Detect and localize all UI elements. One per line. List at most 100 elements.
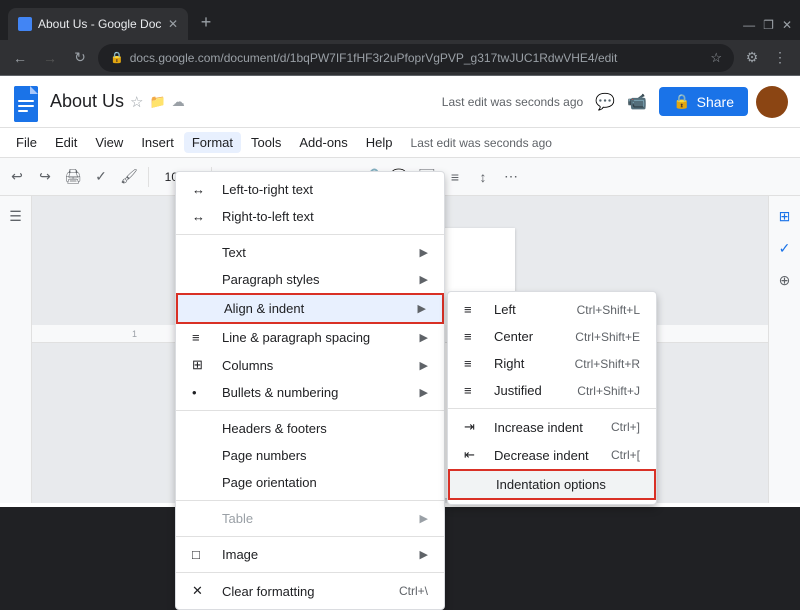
user-avatar[interactable]: [756, 86, 788, 118]
format-bullets-item[interactable]: • Bullets & numbering ▶: [176, 379, 444, 406]
ltr-label: Left-to-right text: [222, 182, 313, 197]
browser-toolbar-icons: ⚙ ⋮: [740, 46, 792, 70]
indentation-options-item[interactable]: Indentation options: [448, 469, 656, 500]
align-button[interactable]: ≡: [442, 164, 468, 190]
address-bar: ← → ↻ 🔒 docs.google.com/document/d/1bqPW…: [0, 40, 800, 76]
columns-label: Columns: [222, 358, 273, 373]
para-styles-arrow: ▶: [420, 273, 428, 286]
undo-button[interactable]: ↩: [4, 164, 30, 190]
extensions-icon[interactable]: ⚙: [740, 46, 764, 70]
forward-button[interactable]: →: [38, 46, 62, 70]
menu-item-edit[interactable]: Edit: [47, 132, 85, 153]
docs-title-row: About Us ☆ 📁 ☁: [50, 91, 434, 112]
align-center-label: Center: [494, 329, 533, 344]
line-spacing-label: Line & paragraph spacing: [222, 330, 370, 345]
profile-icon[interactable]: ⋮: [768, 46, 792, 70]
tab-close-icon[interactable]: ✕: [168, 17, 178, 31]
format-text-item[interactable]: Text ▶: [176, 239, 444, 266]
page-numbers-label: Page numbers: [222, 448, 307, 463]
paint-format-button[interactable]: 🖌: [116, 164, 142, 190]
lock-icon: 🔒: [110, 51, 124, 64]
rtl-label: Right-to-left text: [222, 209, 314, 224]
url-bar[interactable]: 🔒 docs.google.com/document/d/1bqPW7IF1fH…: [98, 44, 734, 72]
format-columns-item[interactable]: ⊞ Columns ▶: [176, 351, 444, 379]
align-right-icon: ≡: [464, 356, 486, 371]
back-button[interactable]: ←: [8, 46, 32, 70]
browser-tab[interactable]: About Us - Google Doc ✕: [8, 8, 188, 40]
menu-item-addons[interactable]: Add-ons: [291, 132, 355, 153]
close-icon[interactable]: ✕: [782, 18, 792, 32]
url-text: docs.google.com/document/d/1bqPW7IF1fHF3…: [130, 51, 705, 65]
share-button[interactable]: 🔒 Share: [659, 87, 748, 116]
align-right-item[interactable]: ≡ Right Ctrl+Shift+R: [448, 350, 656, 377]
format-align-indent-item[interactable]: Align & indent ▶: [176, 293, 444, 324]
comments-icon[interactable]: 💬: [591, 88, 619, 116]
format-dropdown: ↔ Left-to-right text ↔ Right-to-left tex…: [175, 171, 445, 610]
align-left-item[interactable]: ≡ Left Ctrl+Shift+L: [448, 296, 656, 323]
align-justified-icon: ≡: [464, 383, 486, 398]
increase-indent-label: Increase indent: [494, 420, 583, 435]
right-sidebar: ⊞ ✓ ⊕: [768, 196, 800, 503]
align-justified-shortcut: Ctrl+Shift+J: [577, 384, 640, 398]
share-label: Share: [697, 94, 734, 110]
docs-header: About Us ☆ 📁 ☁ Last edit was seconds ago…: [0, 76, 800, 128]
right-sidebar-icon-1[interactable]: ⊞: [773, 204, 797, 228]
line-spacing-button[interactable]: ↕: [470, 164, 496, 190]
menu-item-format[interactable]: Format: [184, 132, 241, 153]
align-submenu-divider: [448, 408, 656, 409]
menu-item-view[interactable]: View: [87, 132, 131, 153]
decrease-indent-label: Decrease indent: [494, 448, 589, 463]
bullets-label: Bullets & numbering: [222, 385, 338, 400]
menu-item-file[interactable]: File: [8, 132, 45, 153]
print-button[interactable]: 🖨: [60, 164, 86, 190]
format-table-item[interactable]: Table ▶: [176, 505, 444, 532]
indentation-options-label: Indentation options: [496, 477, 606, 492]
menu-bar: File Edit View Insert Format Tools Add-o…: [0, 128, 800, 158]
format-clear-item[interactable]: ✕ Clear formatting Ctrl+\: [176, 577, 444, 605]
clear-icon: ✕: [192, 583, 214, 599]
table-arrow: ▶: [420, 512, 428, 525]
format-page-numbers-item[interactable]: Page numbers: [176, 442, 444, 469]
redo-button[interactable]: ↪: [32, 164, 58, 190]
header-action-icons: 💬 📹: [591, 88, 651, 116]
window-controls: — ❐ ✕: [743, 18, 792, 32]
table-label: Table: [222, 511, 253, 526]
format-rtl-item[interactable]: ↔ Right-to-left text: [176, 203, 444, 230]
right-sidebar-icon-3[interactable]: ⊕: [773, 268, 797, 292]
format-line-spacing-item[interactable]: ≡ Line & paragraph spacing ▶: [176, 324, 444, 351]
docs-logo: [12, 86, 42, 118]
menu-item-insert[interactable]: Insert: [133, 132, 182, 153]
cloud-icon[interactable]: ☁: [172, 94, 185, 110]
more-toolbar-button[interactable]: ⋯: [498, 164, 524, 190]
align-left-shortcut: Ctrl+Shift+L: [577, 303, 640, 317]
columns-icon: ⊞: [192, 357, 214, 373]
refresh-button[interactable]: ↻: [68, 46, 92, 70]
star-url-icon[interactable]: ☆: [710, 50, 722, 66]
increase-indent-shortcut: Ctrl+]: [611, 420, 640, 434]
align-indent-label: Align & indent: [224, 301, 304, 316]
meeting-icon[interactable]: 📹: [623, 88, 651, 116]
menu-item-tools[interactable]: Tools: [243, 132, 289, 153]
increase-indent-item[interactable]: ⇥ Increase indent Ctrl+]: [448, 413, 656, 441]
star-doc-icon[interactable]: ☆: [130, 93, 143, 111]
maximize-icon[interactable]: ❐: [763, 18, 774, 32]
folder-icon[interactable]: 📁: [150, 94, 166, 110]
format-page-orientation-item[interactable]: Page orientation: [176, 469, 444, 496]
format-image-item[interactable]: □ Image ▶: [176, 541, 444, 568]
doc-title[interactable]: About Us: [50, 91, 124, 112]
minimize-icon[interactable]: —: [743, 18, 755, 32]
format-divider-5: [176, 572, 444, 573]
align-center-item[interactable]: ≡ Center Ctrl+Shift+E: [448, 323, 656, 350]
format-ltr-item[interactable]: ↔ Left-to-right text: [176, 176, 444, 203]
align-left-icon: ≡: [464, 302, 486, 317]
clear-label: Clear formatting: [222, 584, 314, 599]
format-headers-item[interactable]: Headers & footers: [176, 415, 444, 442]
decrease-indent-item[interactable]: ⇤ Decrease indent Ctrl+[: [448, 441, 656, 469]
align-justified-item[interactable]: ≡ Justified Ctrl+Shift+J: [448, 377, 656, 404]
right-sidebar-icon-2[interactable]: ✓: [773, 236, 797, 260]
spellcheck-button[interactable]: ✓: [88, 164, 114, 190]
new-tab-button[interactable]: +: [192, 8, 220, 36]
menu-item-help[interactable]: Help: [358, 132, 401, 153]
outline-icon[interactable]: ☰: [4, 204, 28, 228]
format-para-styles-item[interactable]: Paragraph styles ▶: [176, 266, 444, 293]
